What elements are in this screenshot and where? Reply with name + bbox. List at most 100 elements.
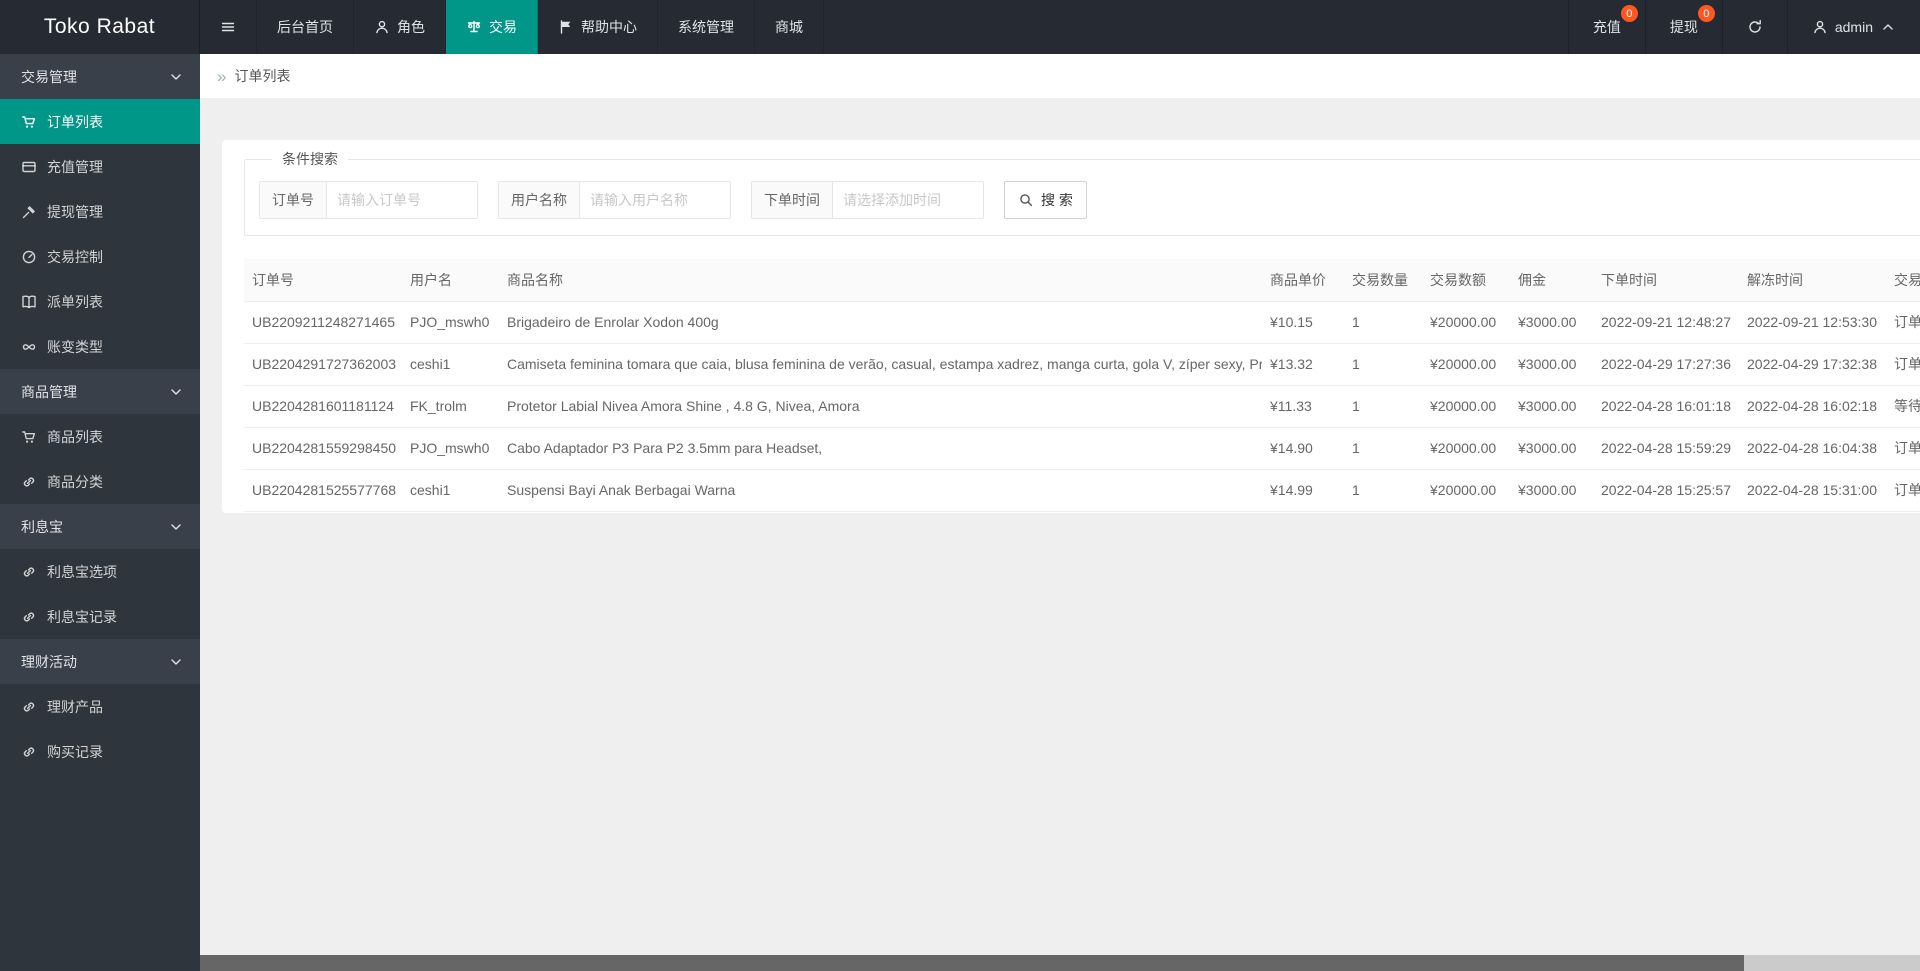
cell-product-name: Brigadeiro de Enrolar Xodon 400g xyxy=(499,301,1262,344)
cell-trade-status: 订单 xyxy=(1886,301,1920,344)
cell-order-time: 2022-04-28 15:25:57 xyxy=(1593,469,1739,512)
withdraw-label: 提现 xyxy=(1669,19,1698,35)
sidebar-item-account-change-type[interactable]: 账变类型 xyxy=(0,324,200,369)
nav-item-mall[interactable]: 商城 xyxy=(755,0,824,54)
table-row: UB2204291727362003 ceshi1 Camiseta feminin… xyxy=(244,343,1920,386)
sidebar-item-label: 订单列表 xyxy=(47,113,103,130)
cell-trade-status: 订单 xyxy=(1886,469,1920,512)
cell-trade-qty: 1 xyxy=(1344,343,1422,386)
nav-item-label: 帮助中心 xyxy=(581,19,637,35)
cell-unit-price: ¥11.33 xyxy=(1262,385,1344,428)
input-order-no[interactable] xyxy=(327,182,477,218)
sidebar-item-licai-products[interactable]: 理财产品 xyxy=(0,684,200,729)
sidebar-item-label: 理财产品 xyxy=(47,698,103,715)
page-title: 订单列表 xyxy=(234,68,291,84)
main-area: » 订单列表 条件搜索 订单号用户名称下单时间 搜 索 订单号用户名商品名称商品… xyxy=(200,0,1920,971)
user-menu[interactable]: admin xyxy=(1786,0,1920,54)
horizontal-scrollbar-track[interactable] xyxy=(200,955,1920,971)
nav-item-label: 商城 xyxy=(775,19,803,35)
column-header-trade-amount: 交易数额 xyxy=(1422,259,1510,302)
gavel-icon xyxy=(21,204,37,220)
sidebar-group-licai-activity[interactable]: 理财活动 xyxy=(0,639,200,684)
recharge-button[interactable]: 充值 0 xyxy=(1567,0,1645,54)
sidebar-item-trade-control[interactable]: 交易控制 xyxy=(0,234,200,279)
app-logo: Toko Rabat xyxy=(0,0,200,54)
withdraw-button[interactable]: 提现 0 xyxy=(1644,0,1722,54)
cell-commission: ¥3000.00 xyxy=(1510,301,1593,344)
sidebar: 交易管理订单列表充值管理提现管理交易控制派单列表 账变类型 商品管理 商品列表 商品分类… xyxy=(0,54,200,971)
column-header-order-time: 下单时间 xyxy=(1593,259,1739,302)
search-button[interactable]: 搜 索 xyxy=(1004,181,1087,219)
sidebar-item-label: 利息宝记录 xyxy=(47,608,117,625)
nav-item-home[interactable]: 后台首页 xyxy=(257,0,354,54)
cell-username: ceshi1 xyxy=(402,469,499,512)
table-row: UB2204281601181124 FK_trolm Protetor Labia… xyxy=(244,385,1920,428)
sidebar-item-withdraw-manage[interactable]: 提现管理 xyxy=(0,189,200,234)
breadcrumb-arrows-icon: » xyxy=(217,66,227,86)
nav-item-label: 角色 xyxy=(397,19,425,35)
cell-product-name: Suspensi Bayi Anak Berbagai Warna xyxy=(499,469,1262,512)
sidebar-item-order-list[interactable]: 订单列表 xyxy=(0,99,200,144)
search-field-username: 用户名称 xyxy=(498,181,731,219)
cell-username: PJO_mswh0 xyxy=(402,427,499,470)
sidebar-group-goods-manage[interactable]: 商品管理 xyxy=(0,369,200,414)
column-header-unit-price: 商品单价 xyxy=(1262,259,1344,302)
sidebar-collapse-button[interactable] xyxy=(200,0,257,54)
nav-item-trade[interactable]: 交易 xyxy=(446,0,538,54)
cell-unfreeze-time: 2022-04-29 17:32:38 xyxy=(1739,343,1886,386)
sidebar-group-trade-manage[interactable]: 交易管理 xyxy=(0,54,200,99)
search-icon xyxy=(1018,192,1034,208)
column-header-unfreeze-time: 解冻时间 xyxy=(1739,259,1886,302)
sidebar-item-label: 交易控制 xyxy=(47,248,103,265)
cart-icon xyxy=(21,429,37,445)
chevron-down-icon xyxy=(168,384,184,400)
sidebar-item-goods-category[interactable]: 商品分类 xyxy=(0,459,200,504)
column-header-commission: 佣金 xyxy=(1510,259,1593,302)
cell-product-name: Protetor Labial Nivea Amora Shine , 4.8 … xyxy=(499,385,1262,428)
cell-order-no: UB2209211248271465 xyxy=(244,301,402,344)
order-list-panel: 条件搜索 订单号用户名称下单时间 搜 索 订单号用户名商品名称商品单价交易数量交… xyxy=(222,140,1920,513)
sidebar-group-label: 交易管理 xyxy=(21,68,77,85)
link-icon xyxy=(21,609,37,625)
sidebar-item-label: 提现管理 xyxy=(47,203,103,220)
input-username[interactable] xyxy=(580,182,730,218)
flag-icon xyxy=(558,19,574,35)
cell-trade-amount: ¥20000.00 xyxy=(1422,343,1510,386)
sidebar-group-lixibao[interactable]: 利息宝 xyxy=(0,504,200,549)
cell-order-no: UB2204281601181124 xyxy=(244,385,402,428)
sidebar-item-lixibao-options[interactable]: 利息宝选项 xyxy=(0,549,200,594)
cell-unit-price: ¥10.15 xyxy=(1262,301,1344,344)
link-icon xyxy=(21,744,37,760)
nav-item-roles[interactable]: 角色 xyxy=(354,0,446,54)
sidebar-item-goods-list[interactable]: 商品列表 xyxy=(0,414,200,459)
nav-item-label: 交易 xyxy=(489,19,517,35)
cell-product-name: Camiseta feminina tomara que caia, blusa… xyxy=(499,343,1262,386)
column-header-order-no: 订单号 xyxy=(244,259,402,302)
username: admin xyxy=(1834,19,1873,35)
cell-product-name: Cabo Adaptador P3 Para P2 3.5mm para Hea… xyxy=(499,427,1262,470)
cell-commission: ¥3000.00 xyxy=(1510,343,1593,386)
orders-table: 订单号 用户名 商品名称 商品单价 交易数量 交易数额 佣金 下单时间 解冻时间 交易 UB220… xyxy=(244,259,1920,512)
nav-item-help-center[interactable]: 帮助中心 xyxy=(538,0,658,54)
search-field-order-time: 下单时间 xyxy=(751,181,984,219)
content-background: 条件搜索 订单号用户名称下单时间 搜 索 订单号用户名商品名称商品单价交易数量交… xyxy=(200,98,1920,971)
cell-username: FK_trolm xyxy=(402,385,499,428)
recharge-badge: 0 xyxy=(1620,5,1638,22)
search-fieldset: 条件搜索 订单号 用户名称 下单时间 搜 索 xyxy=(244,149,1920,236)
search-legend: 条件搜索 xyxy=(282,151,338,167)
column-header-product-name: 商品名称 xyxy=(499,259,1262,302)
cell-trade-qty: 1 xyxy=(1344,469,1422,512)
cell-order-no: UB2204281559298450 xyxy=(244,427,402,470)
chevron-down-icon xyxy=(168,519,184,535)
sidebar-item-lixibao-records[interactable]: 利息宝记录 xyxy=(0,594,200,639)
refresh-button[interactable] xyxy=(1721,0,1787,54)
nav-item-system[interactable]: 系统管理 xyxy=(658,0,755,54)
cell-trade-amount: ¥20000.00 xyxy=(1422,427,1510,470)
sidebar-item-dispatch-list[interactable]: 派单列表 xyxy=(0,279,200,324)
sidebar-item-purchase-records[interactable]: 购买记录 xyxy=(0,729,200,774)
input-order-time[interactable] xyxy=(833,182,983,218)
sidebar-item-recharge-manage[interactable]: 充值管理 xyxy=(0,144,200,189)
horizontal-scrollbar-thumb[interactable] xyxy=(200,955,1744,971)
chevron-up-icon xyxy=(1880,19,1896,35)
cell-unfreeze-time: 2022-04-28 16:02:18 xyxy=(1739,385,1886,428)
